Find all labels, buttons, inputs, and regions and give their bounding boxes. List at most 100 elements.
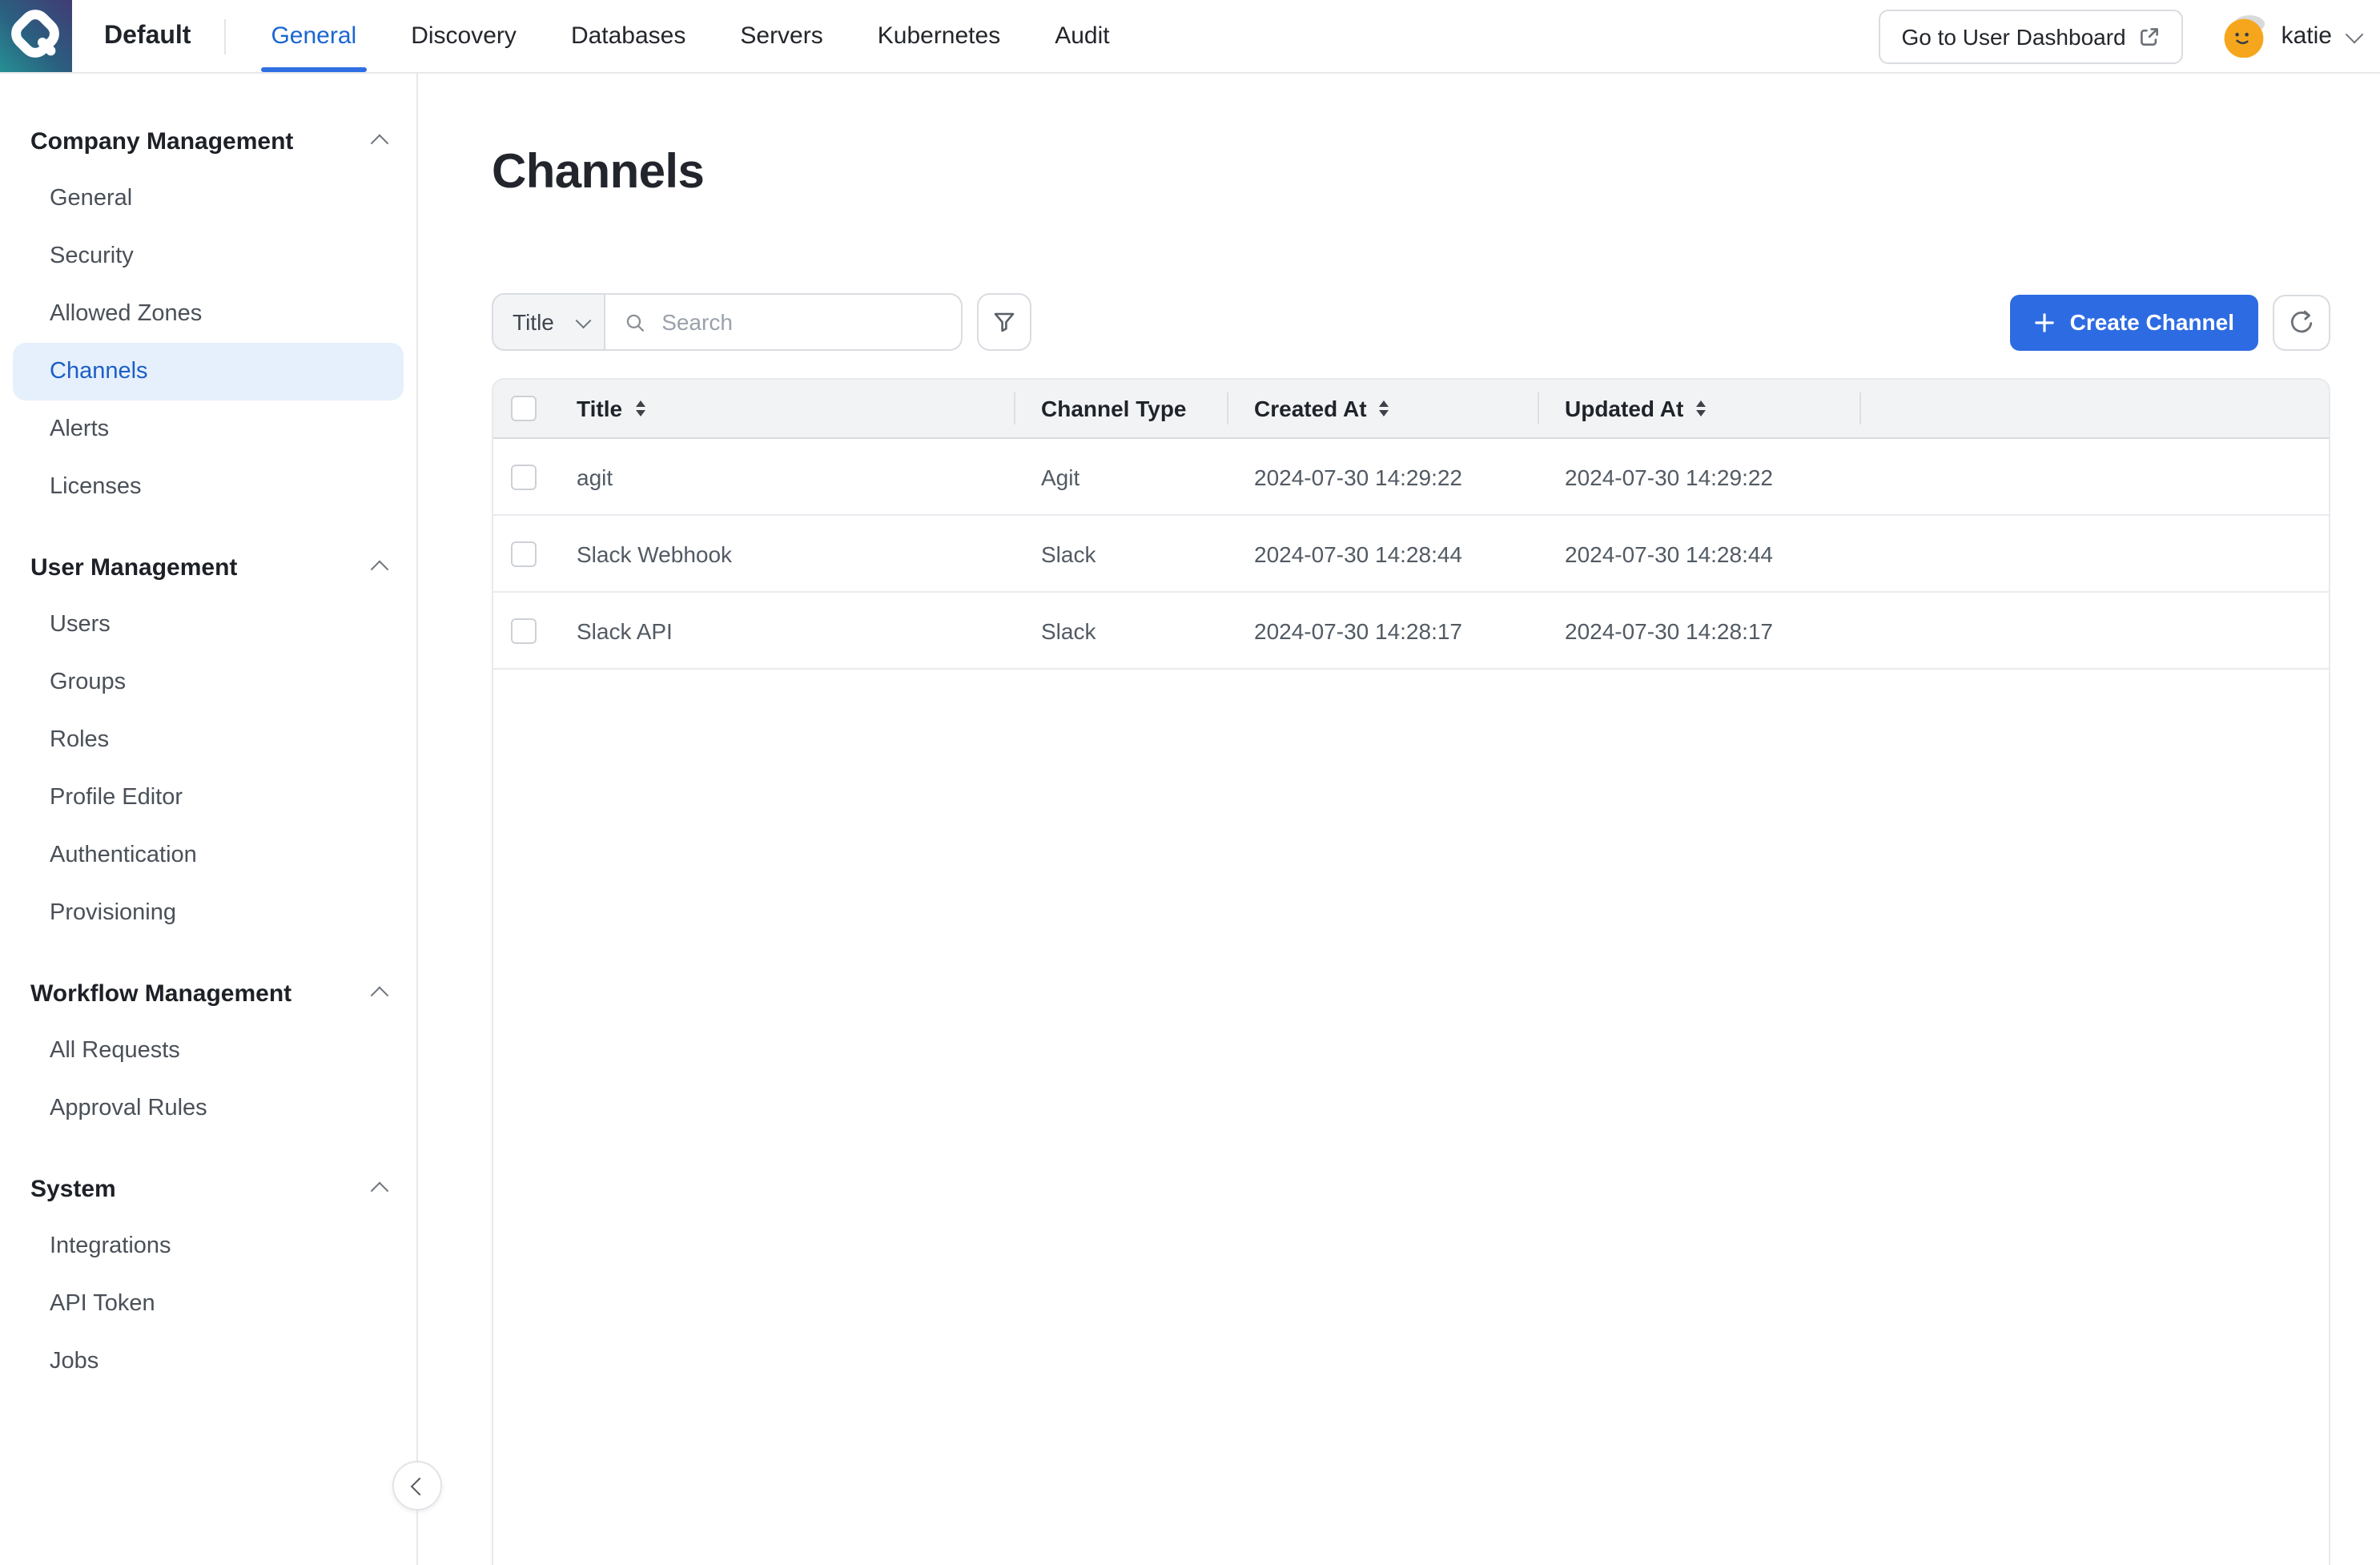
caret-up-icon	[635, 400, 645, 407]
column-header-channel-type: Channel Type	[1015, 380, 1228, 437]
sidebar-item-users[interactable]: Users	[13, 596, 404, 654]
go-to-user-dashboard-button[interactable]: Go to User Dashboard	[1879, 9, 2183, 63]
cell-empty	[1861, 516, 2329, 591]
sort-icon[interactable]	[635, 400, 645, 416]
sidebar-item-security[interactable]: Security	[13, 227, 404, 285]
tab-servers[interactable]: Servers	[730, 0, 832, 72]
row-checkbox[interactable]	[511, 464, 537, 489]
sidebar-item-channels[interactable]: Channels	[13, 343, 404, 400]
sidebar-section-workflow-management[interactable]: Workflow Management	[0, 964, 416, 1022]
sort-icon[interactable]	[1380, 400, 1389, 416]
sidebar-item-all-requests[interactable]: All Requests	[13, 1022, 404, 1080]
sidebar-item-alerts[interactable]: Alerts	[13, 400, 404, 458]
topbar-tabs: General Discovery Databases Servers Kubernet…	[261, 0, 1119, 72]
topbar: Default GeneralDiscoveryDatabasesServers…	[0, 0, 2380, 74]
chevron-up-icon	[371, 1182, 389, 1201]
sidebar-collapse-button[interactable]	[392, 1461, 442, 1511]
refresh-button[interactable]	[2273, 294, 2330, 350]
select-all-checkbox[interactable]	[511, 396, 537, 421]
sort-icon[interactable]	[1696, 400, 1706, 416]
refresh-icon	[2287, 308, 2316, 336]
create-channel-button[interactable]: Create Channel	[2011, 294, 2258, 350]
search-box	[605, 293, 963, 351]
chevron-down-icon	[575, 312, 589, 327]
sidebar-section-user-management[interactable]: User Management	[0, 538, 416, 596]
row-select-cell	[493, 439, 557, 514]
tab-discovery[interactable]: Discovery	[401, 0, 526, 72]
sidebar: Company ManagementGeneralSecurityAllowed…	[0, 74, 418, 1565]
select-all-cell	[493, 380, 557, 437]
page-title: Channels	[492, 144, 2330, 202]
app-logo-icon[interactable]	[0, 0, 72, 72]
tab-kubernetes[interactable]: Kubernetes	[868, 0, 1010, 72]
external-link-icon	[2139, 25, 2161, 47]
app-viewport: Default GeneralDiscoveryDatabasesServers…	[0, 0, 2380, 1565]
sidebar-item-allowed-zones[interactable]: Allowed Zones	[13, 285, 404, 343]
sidebar-item-roles[interactable]: Roles	[13, 711, 404, 769]
create-channel-label: Create Channel	[2070, 309, 2234, 335]
search-input[interactable]	[658, 308, 942, 336]
column-header-created-at[interactable]: Created At	[1228, 380, 1539, 437]
caret-down-icon	[635, 410, 645, 416]
sidebar-section-items: GeneralSecurityAllowed ZonesChannelsAler…	[0, 170, 416, 516]
cell-channel-type: Agit	[1015, 439, 1228, 514]
table-row: Slack WebhookSlack2024-07-30 14:28:44202…	[493, 516, 2329, 593]
table-row: Slack APISlack2024-07-30 14:28:172024-07…	[493, 593, 2329, 670]
sidebar-item-groups[interactable]: Groups	[13, 654, 404, 711]
cell-created-at: 2024-07-30 14:28:17	[1228, 593, 1539, 668]
main-content: Channels Title	[418, 74, 2380, 1565]
cell-title: agit	[557, 439, 1015, 514]
table-header-row: Title Channel TypeCreated AtUpdated At	[493, 380, 2329, 439]
sidebar-section-system[interactable]: System	[0, 1160, 416, 1217]
sidebar-item-api-token[interactable]: API Token	[13, 1275, 404, 1333]
row-checkbox[interactable]	[511, 541, 537, 566]
avatar-image	[2224, 14, 2267, 58]
sidebar-section-label: User Management	[30, 553, 237, 581]
tab-databases[interactable]: Databases	[561, 0, 695, 72]
column-header-label: Title	[577, 396, 622, 421]
column-header-updated-at[interactable]: Updated At	[1539, 380, 1861, 437]
app-body: Company ManagementGeneralSecurityAllowed…	[0, 74, 2380, 1565]
cell-channel-type: Slack	[1015, 516, 1228, 591]
table-body: agitAgit2024-07-30 14:29:222024-07-30 14…	[493, 439, 2329, 670]
avatar[interactable]	[2224, 14, 2267, 58]
cell-updated-at: 2024-07-30 14:28:44	[1539, 516, 1861, 591]
topbar-right: Go to User Dashboard katie	[1879, 9, 2380, 63]
cell-empty	[1861, 593, 2329, 668]
channels-table-card: Title Channel TypeCreated AtUpdated At ag…	[492, 378, 2330, 1565]
caret-up-icon	[1696, 400, 1706, 407]
chevron-up-icon	[371, 135, 389, 153]
sidebar-item-licenses[interactable]: Licenses	[13, 458, 404, 516]
chevron-left-icon	[411, 1477, 429, 1495]
cell-title: Slack API	[557, 593, 1015, 668]
cell-channel-type: Slack	[1015, 593, 1228, 668]
column-header-title[interactable]: Title	[557, 380, 1015, 437]
sidebar-item-approval-rules[interactable]: Approval Rules	[13, 1080, 404, 1137]
chevron-down-icon[interactable]	[2346, 25, 2364, 43]
column-header-empty	[1861, 380, 2329, 437]
cell-created-at: 2024-07-30 14:29:22	[1228, 439, 1539, 514]
filter-button[interactable]	[977, 293, 1031, 351]
chevron-up-icon	[371, 987, 389, 1005]
sidebar-item-authentication[interactable]: Authentication	[13, 827, 404, 884]
sidebar-section-items: All RequestsApproval Rules	[0, 1022, 416, 1137]
row-checkbox[interactable]	[511, 618, 537, 643]
search-field-select[interactable]: Title	[492, 293, 605, 351]
caret-up-icon	[1380, 400, 1389, 407]
sidebar-section-label: System	[30, 1175, 116, 1202]
tab-general[interactable]: General	[261, 0, 366, 72]
sidebar-item-integrations[interactable]: Integrations	[13, 1217, 404, 1275]
sidebar-item-profile-editor[interactable]: Profile Editor	[13, 769, 404, 827]
tab-audit[interactable]: Audit	[1045, 0, 1119, 72]
search-field-label: Title	[513, 309, 554, 335]
sidebar-item-provisioning[interactable]: Provisioning	[13, 884, 404, 942]
chevron-up-icon	[371, 561, 389, 579]
sidebar-item-jobs[interactable]: Jobs	[13, 1333, 404, 1390]
cell-updated-at: 2024-07-30 14:29:22	[1539, 439, 1861, 514]
cell-updated-at: 2024-07-30 14:28:17	[1539, 593, 1861, 668]
cell-created-at: 2024-07-30 14:28:44	[1228, 516, 1539, 591]
caret-down-icon	[1380, 410, 1389, 416]
filter-funnel-icon	[991, 309, 1017, 335]
sidebar-section-company-management[interactable]: Company Management	[0, 112, 416, 170]
sidebar-item-general[interactable]: General	[13, 170, 404, 227]
